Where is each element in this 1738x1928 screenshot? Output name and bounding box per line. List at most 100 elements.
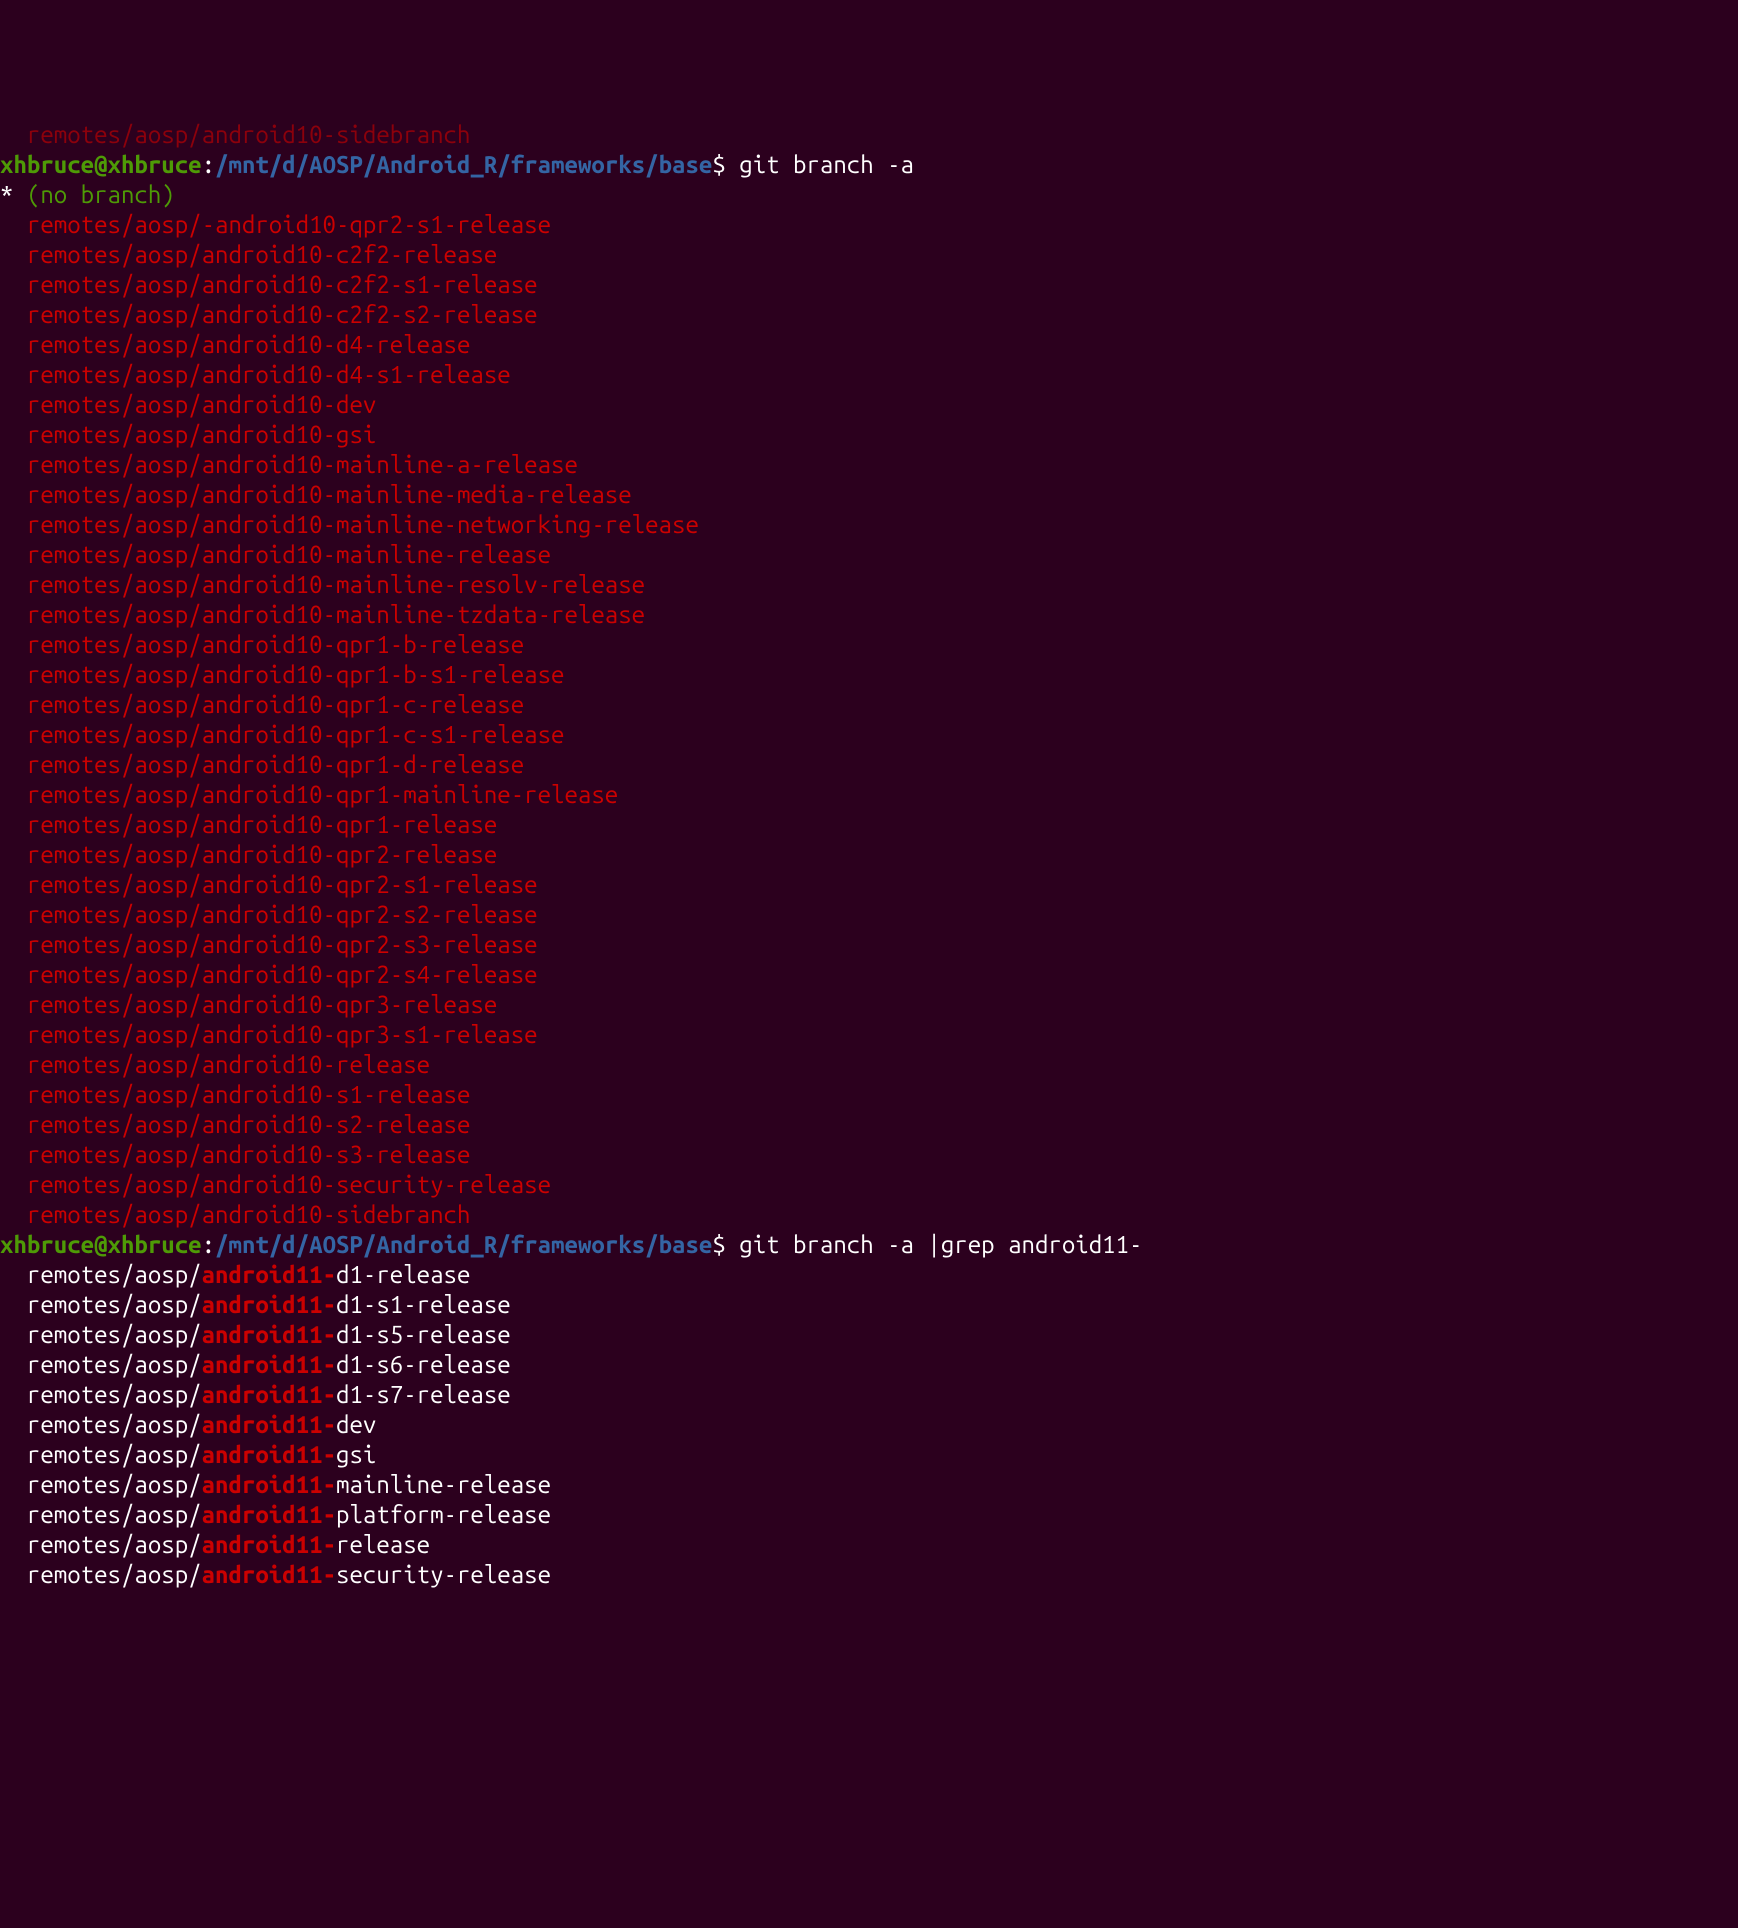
prompt-user: xhbruce: [0, 1231, 94, 1258]
prompt-colon: :: [202, 151, 215, 178]
grep-result-line: remotes/aosp/android11-d1-s6-release: [0, 1350, 1738, 1380]
remote-branch-line: remotes/aosp/android10-qpr2-s3-release: [0, 930, 1738, 960]
grep-match-4: android11-: [202, 1381, 336, 1408]
grep-pre-0: remotes/aosp/: [0, 1261, 202, 1288]
prompt-at: @: [94, 151, 107, 178]
remote-branch-line: remotes/aosp/android10-qpr1-d-release: [0, 750, 1738, 780]
remote-branch-2: remotes/aosp/android10-c2f2-s1-release: [0, 271, 538, 298]
grep-post-5: dev: [336, 1411, 376, 1438]
remote-branch-line: remotes/aosp/android10-qpr3-s1-release: [0, 1020, 1738, 1050]
remote-branch-line: remotes/aosp/android10-mainline-tzdata-r…: [0, 600, 1738, 630]
remote-branch-line: remotes/aosp/android10-qpr2-s2-release: [0, 900, 1738, 930]
remote-branch-6: remotes/aosp/android10-dev: [0, 391, 376, 418]
remote-branch-line: remotes/aosp/android10-s3-release: [0, 1140, 1738, 1170]
grep-result-line: remotes/aosp/android11-security-release: [0, 1560, 1738, 1590]
remote-branch-line: remotes/aosp/android10-s2-release: [0, 1110, 1738, 1140]
remote-branch-30: remotes/aosp/android10-s2-release: [0, 1111, 470, 1138]
grep-pre-10: remotes/aosp/: [0, 1561, 202, 1588]
remote-branch-line: remotes/aosp/android10-mainline-media-re…: [0, 480, 1738, 510]
terminal-output[interactable]: remotes/aosp/android10-sidebranchxhbruce…: [0, 120, 1738, 1590]
remote-branch-line: remotes/aosp/android10-sidebranch: [0, 1200, 1738, 1230]
grep-result-line: remotes/aosp/android11-gsi: [0, 1440, 1738, 1470]
remote-branch-line: remotes/aosp/android10-qpr1-b-release: [0, 630, 1738, 660]
remote-branch-16: remotes/aosp/android10-qpr1-c-release: [0, 691, 524, 718]
remote-branch-line: remotes/aosp/-android10-qpr2-s1-release: [0, 210, 1738, 240]
remote-branch-22: remotes/aosp/android10-qpr2-s1-release: [0, 871, 538, 898]
remote-branch-line: remotes/aosp/android10-qpr2-s1-release: [0, 870, 1738, 900]
remote-branch-line: remotes/aosp/android10-c2f2-release: [0, 240, 1738, 270]
remote-branch-1: remotes/aosp/android10-c2f2-release: [0, 241, 497, 268]
remote-branch-31: remotes/aosp/android10-s3-release: [0, 1141, 470, 1168]
remote-branch-line: remotes/aosp/android10-gsi: [0, 420, 1738, 450]
remote-branch-8: remotes/aosp/android10-mainline-a-releas…: [0, 451, 578, 478]
grep-post-4: d1-s7-release: [336, 1381, 511, 1408]
remote-branch-line: remotes/aosp/android10-mainline-networki…: [0, 510, 1738, 540]
remote-branch-15: remotes/aosp/android10-qpr1-b-s1-release: [0, 661, 564, 688]
grep-match-1: android11-: [202, 1291, 336, 1318]
grep-post-1: d1-s1-release: [336, 1291, 511, 1318]
prompt-host: xhbruce: [108, 1231, 202, 1258]
prompt-line-2: xhbruce@xhbruce:/mnt/d/AOSP/Android_R/fr…: [0, 1230, 1738, 1260]
remote-branch-3: remotes/aosp/android10-c2f2-s2-release: [0, 301, 538, 328]
remote-branch-28: remotes/aosp/android10-release: [0, 1051, 430, 1078]
cutoff-text: remotes/aosp/android10-sidebranch: [0, 121, 470, 148]
grep-post-0: d1-release: [336, 1261, 470, 1288]
remote-branch-13: remotes/aosp/android10-mainline-tzdata-r…: [0, 601, 645, 628]
grep-match-3: android11-: [202, 1351, 336, 1378]
remote-branch-line: remotes/aosp/android10-mainline-a-releas…: [0, 450, 1738, 480]
grep-post-2: d1-s5-release: [336, 1321, 511, 1348]
remote-branch-line: remotes/aosp/android10-qpr1-release: [0, 810, 1738, 840]
grep-match-2: android11-: [202, 1321, 336, 1348]
prompt-command: git branch -a: [739, 151, 914, 178]
remote-branch-line: remotes/aosp/android10-d4-release: [0, 330, 1738, 360]
grep-pre-8: remotes/aosp/: [0, 1501, 202, 1528]
grep-post-6: gsi: [336, 1441, 376, 1468]
grep-result-line: remotes/aosp/android11-release: [0, 1530, 1738, 1560]
remote-branch-20: remotes/aosp/android10-qpr1-release: [0, 811, 497, 838]
remote-branch-27: remotes/aosp/android10-qpr3-s1-release: [0, 1021, 538, 1048]
remote-branch-11: remotes/aosp/android10-mainline-release: [0, 541, 551, 568]
remote-branch-line: remotes/aosp/android10-release: [0, 1050, 1738, 1080]
grep-post-7: mainline-release: [336, 1471, 551, 1498]
grep-post-10: security-release: [336, 1561, 551, 1588]
grep-match-5: android11-: [202, 1411, 336, 1438]
remote-branch-line: remotes/aosp/android10-qpr1-b-s1-release: [0, 660, 1738, 690]
remote-branch-7: remotes/aosp/android10-gsi: [0, 421, 376, 448]
remote-branch-line: remotes/aosp/android10-mainline-resolv-r…: [0, 570, 1738, 600]
grep-match-6: android11-: [202, 1441, 336, 1468]
remote-branch-25: remotes/aosp/android10-qpr2-s4-release: [0, 961, 538, 988]
remote-branch-33: remotes/aosp/android10-sidebranch: [0, 1201, 470, 1228]
grep-result-line: remotes/aosp/android11-platform-release: [0, 1500, 1738, 1530]
grep-match-9: android11-: [202, 1531, 336, 1558]
grep-pre-4: remotes/aosp/: [0, 1381, 202, 1408]
grep-result-line: remotes/aosp/android11-mainline-release: [0, 1470, 1738, 1500]
remote-branch-12: remotes/aosp/android10-mainline-resolv-r…: [0, 571, 645, 598]
grep-pre-7: remotes/aosp/: [0, 1471, 202, 1498]
grep-result-line: remotes/aosp/android11-dev: [0, 1410, 1738, 1440]
grep-post-8: platform-release: [336, 1501, 551, 1528]
prompt-line-1: xhbruce@xhbruce:/mnt/d/AOSP/Android_R/fr…: [0, 150, 1738, 180]
grep-result-line: remotes/aosp/android11-d1-s7-release: [0, 1380, 1738, 1410]
remote-branch-line: remotes/aosp/android10-qpr2-release: [0, 840, 1738, 870]
current-branch-line: * (no branch): [0, 180, 1738, 210]
remote-branch-line: remotes/aosp/android10-dev: [0, 390, 1738, 420]
remote-branch-26: remotes/aosp/android10-qpr3-release: [0, 991, 497, 1018]
remote-branch-32: remotes/aosp/android10-security-release: [0, 1171, 551, 1198]
current-branch-star: *: [0, 181, 13, 208]
prompt-colon: :: [202, 1231, 215, 1258]
remote-branch-18: remotes/aosp/android10-qpr1-d-release: [0, 751, 524, 778]
prompt-path: /mnt/d/AOSP/Android_R/frameworks/base: [215, 1231, 712, 1258]
remote-branch-29: remotes/aosp/android10-s1-release: [0, 1081, 470, 1108]
remote-branch-line: remotes/aosp/android10-qpr1-mainline-rel…: [0, 780, 1738, 810]
prompt-command: git branch -a |grep android11-: [739, 1231, 1142, 1258]
grep-pre-1: remotes/aosp/: [0, 1291, 202, 1318]
grep-pre-6: remotes/aosp/: [0, 1441, 202, 1468]
remote-branch-0: remotes/aosp/-android10-qpr2-s1-release: [0, 211, 551, 238]
grep-pre-2: remotes/aosp/: [0, 1321, 202, 1348]
grep-post-9: release: [336, 1531, 430, 1558]
grep-pre-5: remotes/aosp/: [0, 1411, 202, 1438]
prompt-dollar: $: [712, 1231, 739, 1258]
grep-match-8: android11-: [202, 1501, 336, 1528]
grep-result-line: remotes/aosp/android11-d1-s1-release: [0, 1290, 1738, 1320]
grep-result-line: remotes/aosp/android11-d1-release: [0, 1260, 1738, 1290]
